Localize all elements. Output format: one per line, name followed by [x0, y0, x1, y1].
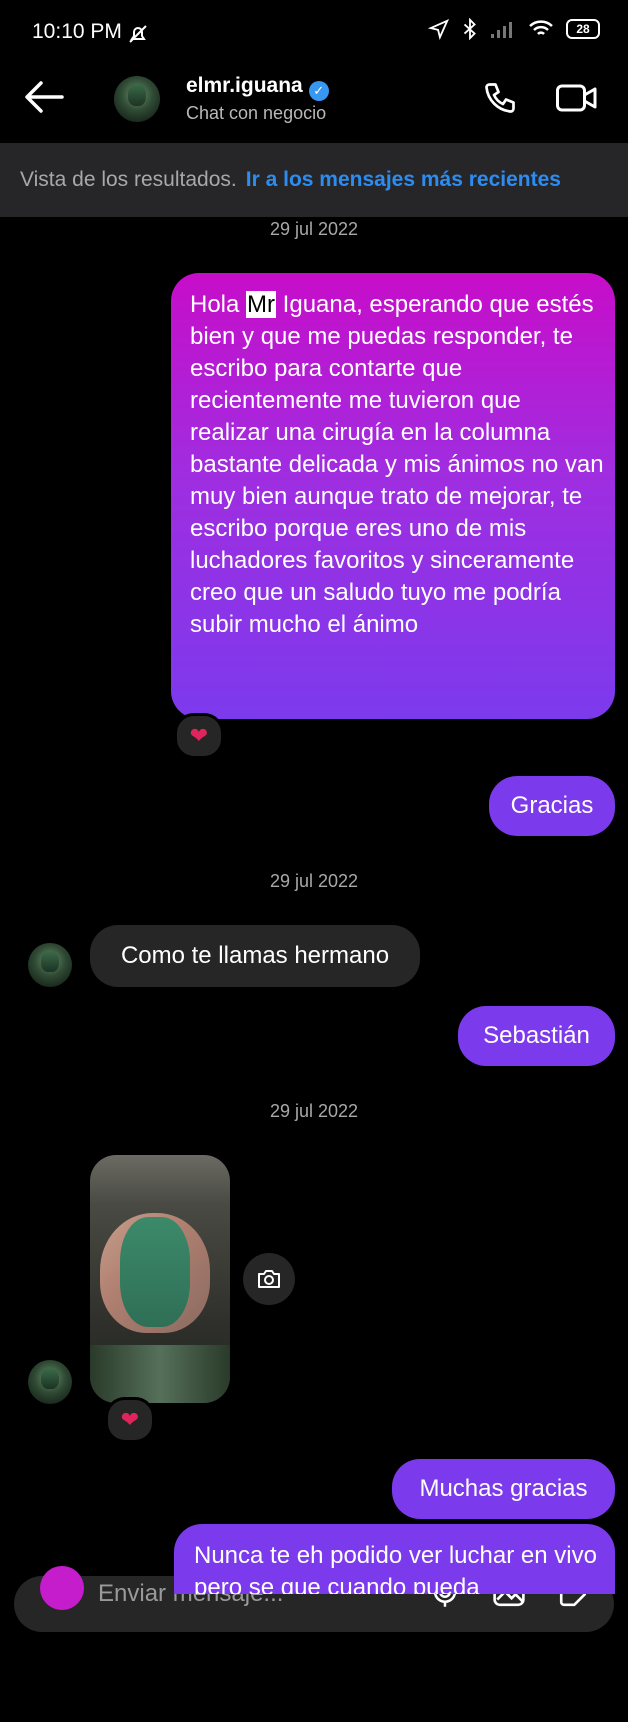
bell-muted-icon	[129, 25, 147, 43]
status-time: 10:10 PM	[32, 20, 122, 43]
sent-message-bubble[interactable]: Muchas gracias	[392, 1459, 615, 1519]
signal-icon	[491, 22, 512, 38]
sent-message-bubble[interactable]: Nunca te eh podido ver luchar en vivo pe…	[174, 1524, 615, 1594]
chat-subtitle: Chat con negocio	[186, 103, 327, 123]
search-highlight: Mr	[246, 291, 277, 318]
message-text: Sebastián	[483, 1022, 590, 1049]
sent-message-bubble[interactable]: Hola Mr Iguana, esperando que estés bien…	[171, 273, 615, 719]
date-separator: 29 jul 2022	[269, 871, 359, 891]
message-text: Nunca te eh podido ver luchar en vivo pe…	[194, 1542, 597, 1594]
message-text: Hola Mr Iguana, esperando que estés bien…	[190, 291, 604, 638]
received-message-bubble[interactable]: Como te llamas hermano	[90, 925, 420, 987]
avatar[interactable]	[28, 943, 72, 987]
received-photo[interactable]	[90, 1155, 230, 1403]
heart-reaction[interactable]: ❤	[174, 713, 224, 759]
phone-icon[interactable]	[482, 80, 518, 116]
battery-indicator: 28	[566, 19, 600, 39]
camera-reply-button[interactable]	[243, 1253, 295, 1305]
recent-messages-link[interactable]: Ir a los mensajes más recientes	[246, 168, 561, 192]
avatar[interactable]	[28, 1360, 72, 1404]
sent-message-bubble[interactable]: Gracias	[489, 776, 615, 836]
camera-button[interactable]	[40, 1566, 84, 1610]
date-separator: 29 jul 2022	[269, 219, 359, 239]
banner-text: Vista de los resultados.	[20, 168, 237, 191]
verified-badge-icon: ✓	[308, 81, 329, 101]
back-arrow-icon[interactable]	[24, 80, 64, 114]
sent-message-bubble[interactable]: Sebastián	[458, 1006, 615, 1066]
chat-username[interactable]: elmr.iguana ✓	[186, 74, 329, 101]
message-text: Gracias	[510, 792, 594, 819]
message-text: Como te llamas hermano	[120, 942, 390, 969]
status-bar: 10:10 PM 28	[0, 0, 628, 66]
avatar[interactable]	[114, 76, 160, 122]
status-icons: 28	[428, 18, 600, 40]
search-results-banner: Vista de los resultados. Ir a los mensaj…	[0, 143, 628, 217]
message-text: Muchas gracias	[419, 1475, 588, 1502]
heart-reaction[interactable]: ❤	[105, 1397, 155, 1443]
video-call-icon[interactable]	[556, 80, 598, 116]
bluetooth-icon	[463, 18, 476, 40]
camera-icon	[258, 1270, 280, 1288]
date-separator: 29 jul 2022	[269, 1101, 359, 1121]
location-icon	[428, 18, 450, 40]
wifi-icon	[529, 20, 553, 35]
